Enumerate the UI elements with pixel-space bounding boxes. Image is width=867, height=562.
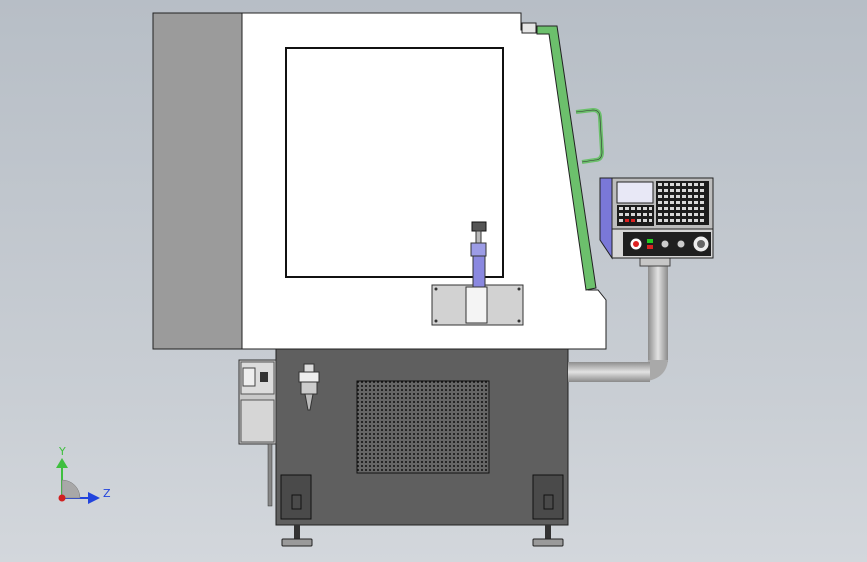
cnc-lathe-drawing: Y Z (56, 12, 714, 547)
z-axis-label: Z (103, 487, 111, 500)
leveling-feet (281, 525, 564, 547)
coordinate-triad: Y Z (56, 445, 111, 504)
base-foot-pocket-right (532, 474, 564, 520)
door-handle (575, 107, 605, 164)
machine-base (275, 348, 569, 526)
base-foot-pocket-left (280, 474, 312, 520)
control-screen (616, 181, 654, 204)
hydraulic-unit (238, 359, 277, 507)
side-panel (152, 12, 243, 350)
cnc-control-panel (599, 177, 714, 260)
viewing-window (285, 47, 504, 278)
y-axis-label: Y (58, 445, 66, 458)
base-ventilation-grille (356, 380, 490, 474)
